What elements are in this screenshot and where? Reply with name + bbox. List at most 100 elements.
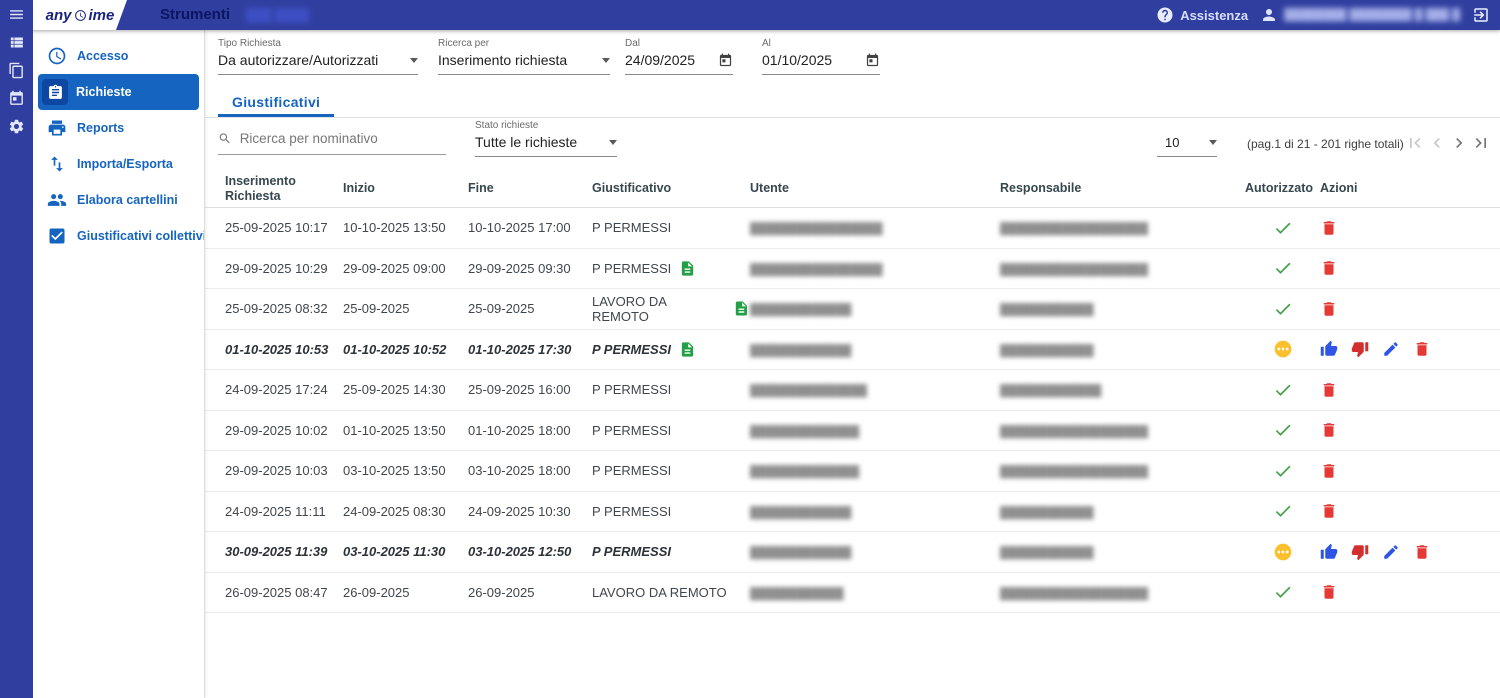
delete-icon[interactable]: [1320, 583, 1338, 601]
assistenza-button[interactable]: Assistenza: [1156, 6, 1248, 24]
sidebar-item-label: Accesso: [77, 49, 128, 63]
calendar-icon[interactable]: [8, 90, 25, 107]
pending-status-icon: [1273, 542, 1293, 562]
cell-utente: ██████████████: [750, 463, 1000, 478]
redacted-name: ██████████████: [750, 466, 859, 478]
menu-icon[interactable]: [8, 6, 25, 23]
sidebar-item-importa-esporta[interactable]: Importa/Esporta: [33, 146, 204, 182]
column-header: Inserimento Richiesta: [225, 174, 343, 204]
main-content: Tipo Richiesta Da autorizzare/Autorizzat…: [205, 30, 1500, 698]
page-title: Strumenti: [160, 6, 230, 23]
reject-icon[interactable]: [1351, 340, 1369, 358]
cell-giustificativo: P PERMESSI: [592, 260, 750, 277]
cell-autorizzato: [1245, 461, 1320, 481]
sidebar-item-accesso[interactable]: Accesso: [33, 38, 204, 74]
redacted-name: █████████████: [1000, 385, 1101, 397]
calendar-icon[interactable]: [865, 53, 880, 68]
cell-inizio: 26-09-2025: [343, 585, 468, 600]
attachment-icon[interactable]: [679, 341, 696, 358]
table-row: 26-09-2025 08:4726-09-202526-09-2025LAVO…: [205, 573, 1500, 614]
first-page-button: [1405, 133, 1425, 153]
giustificativo-label: LAVORO DA REMOTO: [592, 294, 725, 324]
edit-icon[interactable]: [1382, 340, 1400, 358]
sidebar-item-richieste[interactable]: Richieste: [38, 74, 199, 110]
filter-value: Tutte le richieste: [475, 134, 577, 150]
cell-inizio: 25-09-2025 14:30: [343, 382, 468, 397]
cell-inizio: 03-10-2025 11:30: [343, 544, 468, 559]
approve-icon[interactable]: [1320, 340, 1338, 358]
delete-icon[interactable]: [1320, 259, 1338, 277]
approve-icon[interactable]: [1320, 543, 1338, 561]
user-menu[interactable]: ████████ ████████ █ ███ █: [1260, 6, 1460, 24]
delete-icon[interactable]: [1413, 340, 1431, 358]
delete-icon[interactable]: [1413, 543, 1431, 561]
filter-label: Ricerca per: [438, 38, 610, 49]
table-row: 29-09-2025 10:0303-10-2025 13:5003-10-20…: [205, 451, 1500, 492]
cell-responsabile: ███████████████████: [1000, 261, 1245, 276]
table-row: 30-09-2025 11:3903-10-2025 11:3003-10-20…: [205, 532, 1500, 573]
cell-autorizzato: [1245, 542, 1320, 562]
attachment-icon[interactable]: [733, 300, 750, 317]
sidebar-item-reports[interactable]: Reports: [33, 110, 204, 146]
cell-azioni: [1320, 462, 1490, 480]
cell-autorizzato: [1245, 258, 1320, 278]
redacted-name: ███████████████: [750, 385, 867, 397]
redacted-name: ███████████████████: [1000, 466, 1148, 478]
stato-richieste-select[interactable]: Stato richieste Tutte le richieste: [475, 120, 617, 157]
settings-icon[interactable]: [8, 118, 25, 135]
table-row: 29-09-2025 10:2929-09-2025 09:0029-09-20…: [205, 249, 1500, 290]
cell-responsabile: ████████████: [1000, 301, 1245, 316]
filter-dal-date[interactable]: Dal 24/09/2025: [625, 38, 733, 75]
reject-icon[interactable]: [1351, 543, 1369, 561]
logout-icon[interactable]: [1472, 6, 1490, 24]
cell-utente: █████████████: [750, 504, 1000, 519]
giustificativo-label: P PERMESSI: [592, 463, 671, 478]
list-icon[interactable]: [8, 34, 25, 51]
cell-inserimento: 24-09-2025 11:11: [225, 504, 343, 519]
filter-label: Tipo Richiesta: [218, 38, 418, 49]
pagination-controls: [1405, 133, 1491, 153]
authorized-check-icon: [1273, 380, 1293, 400]
delete-icon[interactable]: [1320, 219, 1338, 237]
filter-tipo-richiesta[interactable]: Tipo Richiesta Da autorizzare/Autorizzat…: [218, 38, 418, 75]
chevron-down-icon: [1209, 140, 1217, 145]
column-header: Autorizzato: [1245, 181, 1320, 196]
cell-inizio: 25-09-2025: [343, 301, 468, 316]
cell-azioni: [1320, 543, 1490, 561]
tab-giustificativi[interactable]: Giustificativi: [218, 90, 334, 117]
filter-al-date[interactable]: Al 01/10/2025: [762, 38, 880, 75]
cell-giustificativo: P PERMESSI: [592, 341, 750, 358]
delete-icon[interactable]: [1320, 502, 1338, 520]
page-size-select[interactable]: 10: [1157, 135, 1217, 157]
giustificativo-label: P PERMESSI: [592, 544, 671, 559]
edit-icon[interactable]: [1382, 543, 1400, 561]
checkbox-icon: [47, 226, 67, 246]
authorized-check-icon: [1273, 299, 1293, 319]
filter-ricerca-per[interactable]: Ricerca per Inserimento richiesta: [438, 38, 610, 75]
redacted-name: ███████████████████: [1000, 264, 1148, 276]
cell-utente: ██████████████: [750, 423, 1000, 438]
filter-label: Dal: [625, 38, 733, 49]
person-icon: [1260, 6, 1278, 24]
authorized-check-icon: [1273, 420, 1293, 440]
help-icon: [1156, 6, 1174, 24]
page-title-bar: Strumenti ███ ████: [160, 6, 309, 23]
delete-icon[interactable]: [1320, 300, 1338, 318]
delete-icon[interactable]: [1320, 381, 1338, 399]
delete-icon[interactable]: [1320, 462, 1338, 480]
cell-inserimento: 25-09-2025 10:17: [225, 220, 343, 235]
sidebar-item-giustificativi-collettivi[interactable]: Giustificativi collettivi: [33, 218, 204, 254]
redacted-name: ██████████████: [750, 426, 859, 438]
table-row: 24-09-2025 17:2425-09-2025 14:3025-09-20…: [205, 370, 1500, 411]
last-page-button[interactable]: [1471, 133, 1491, 153]
sidebar-item-label: Elabora cartellini: [77, 193, 178, 207]
search-input[interactable]: [238, 130, 446, 147]
calendar-icon[interactable]: [718, 53, 733, 68]
next-page-button[interactable]: [1449, 133, 1469, 153]
attachment-icon[interactable]: [679, 260, 696, 277]
windows-icon[interactable]: [8, 62, 25, 79]
sidebar-item-elabora-cartellini[interactable]: Elabora cartellini: [33, 182, 204, 218]
giustificativo-label: P PERMESSI: [592, 504, 671, 519]
delete-icon[interactable]: [1320, 421, 1338, 439]
redacted-username: ████████ ████████ █ ███ █: [1284, 9, 1460, 21]
